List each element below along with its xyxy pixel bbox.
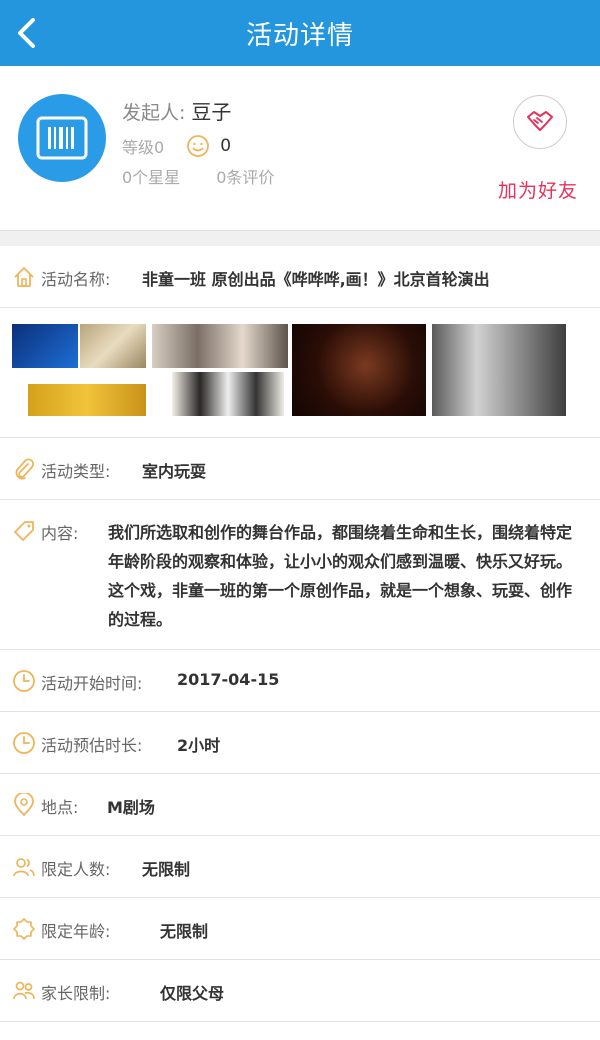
stats-line: 0个星星 0条评价 bbox=[122, 164, 274, 188]
organizer-name[interactable]: 豆子 bbox=[191, 100, 231, 124]
duration-value: 2小时 bbox=[177, 736, 221, 755]
photo-2[interactable] bbox=[152, 324, 288, 416]
chevron-left-icon bbox=[18, 18, 35, 48]
location-value: M剧场 bbox=[107, 798, 155, 817]
row-activity-name: 活动名称: 非童一班 原创出品《哗哗哗,画！》北京首轮演出 bbox=[0, 246, 600, 308]
add-friend-button[interactable]: 加为好友 bbox=[498, 176, 578, 203]
activity-type-value: 室内玩耍 bbox=[142, 462, 207, 481]
row-people-limit: 限定人数: 无限制 bbox=[0, 836, 600, 898]
clock-icon bbox=[12, 669, 36, 693]
location-label: 地点: bbox=[41, 798, 79, 817]
level-label: 等级0 bbox=[122, 138, 165, 157]
row-start-time: 活动开始时间: 2017-04-15 bbox=[0, 650, 600, 712]
clock-icon bbox=[12, 731, 36, 755]
parent-limit-label: 家长限制: bbox=[41, 984, 111, 1003]
location-pin-icon bbox=[12, 793, 36, 817]
people-limit-label: 限定人数: bbox=[41, 860, 111, 879]
avatar[interactable] bbox=[18, 94, 106, 182]
row-age-limit: 限定年龄: 无限制 bbox=[0, 898, 600, 960]
duration-label: 活动预估时长: bbox=[41, 736, 143, 755]
handshake-icon bbox=[527, 111, 553, 131]
barcode-icon bbox=[36, 116, 88, 160]
photo-1[interactable] bbox=[12, 324, 146, 416]
start-time-label: 活动开始时间: bbox=[41, 674, 143, 693]
activity-name-value: 非童一班 原创出品《哗哗哗,画！》北京首轮演出 bbox=[142, 270, 490, 289]
badge-icon bbox=[12, 917, 36, 941]
tag-icon bbox=[12, 519, 36, 543]
content-text: 我们所选取和创作的舞台作品，都围绕着生命和生长，围绕着特定年龄阶段的观察和体验，… bbox=[108, 523, 573, 629]
people-limit-value: 无限制 bbox=[142, 860, 191, 879]
row-duration: 活动预估时长: 2小时 bbox=[0, 712, 600, 774]
photo-3[interactable] bbox=[292, 324, 426, 416]
row-location: 地点: M剧场 bbox=[0, 774, 600, 836]
page-title: 活动详情 bbox=[245, 20, 354, 51]
add-friend-icon-button[interactable] bbox=[513, 95, 567, 149]
row-content: 内容: 我们所选取和创作的舞台作品，都围绕着生命和生长，围绕着特定年龄阶段的观察… bbox=[0, 500, 600, 650]
section-divider bbox=[0, 230, 600, 246]
start-time-value: 2017-04-15 bbox=[177, 670, 280, 689]
smile-count: 0 bbox=[220, 136, 232, 156]
age-limit-label: 限定年龄: bbox=[41, 922, 111, 941]
activity-name-label: 活动名称: bbox=[41, 270, 111, 289]
row-parent-limit: 家长限制: 仅限父母 bbox=[0, 960, 600, 1022]
paperclip-icon bbox=[12, 457, 36, 481]
reviews-count[interactable]: 0条评价 bbox=[216, 168, 274, 187]
back-button[interactable] bbox=[6, 13, 46, 53]
organizer-profile: 发起人: 豆子 等级0 0 0个星星 0条评价 加为好友 bbox=[0, 66, 600, 230]
organizer-label: 发起人: bbox=[122, 102, 186, 124]
parent-limit-value: 仅限父母 bbox=[160, 984, 225, 1003]
level-line: 等级0 0 bbox=[122, 134, 231, 158]
photo-gallery bbox=[0, 308, 600, 438]
header-bar: 活动详情 bbox=[0, 0, 600, 66]
photo-4[interactable] bbox=[432, 324, 566, 416]
content-label: 内容: bbox=[41, 524, 79, 543]
activity-type-label: 活动类型: bbox=[41, 462, 111, 481]
smile-icon bbox=[186, 134, 210, 158]
row-activity-type: 活动类型: 室内玩耍 bbox=[0, 438, 600, 500]
home-icon bbox=[12, 265, 36, 289]
stars-count: 0个星星 bbox=[122, 168, 181, 187]
parents-icon bbox=[12, 979, 36, 1003]
age-limit-value: 无限制 bbox=[160, 922, 209, 941]
organizer-line: 发起人: 豆子 bbox=[122, 96, 231, 125]
people-icon bbox=[12, 855, 36, 879]
